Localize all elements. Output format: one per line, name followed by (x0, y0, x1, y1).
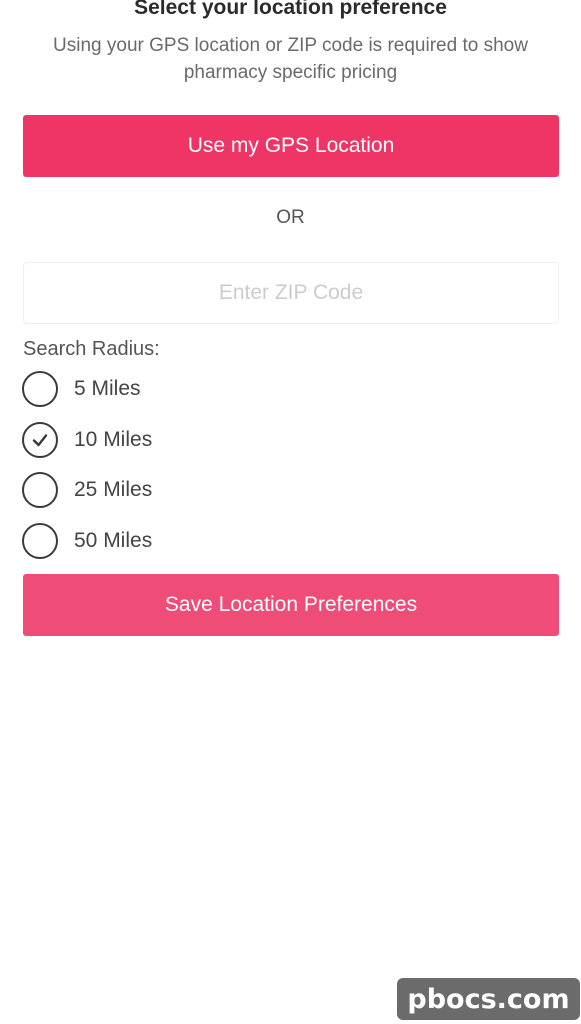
radio-checked-icon (22, 422, 58, 458)
use-gps-location-button[interactable]: Use my GPS Location (23, 115, 559, 177)
checkmark-icon (32, 434, 48, 447)
radius-option-50-miles[interactable]: 50 Miles (22, 521, 152, 561)
radio-unchecked-icon (22, 371, 58, 407)
radius-option-label: 10 Miles (74, 428, 153, 451)
radio-unchecked-icon (22, 523, 58, 559)
zip-code-input[interactable] (23, 262, 559, 324)
radius-option-label: 50 Miles (74, 529, 153, 552)
or-divider: OR (276, 207, 305, 228)
page-title: Select your location preference (134, 0, 447, 19)
radius-option-label: 5 Miles (74, 377, 141, 400)
radius-option-5-miles[interactable]: 5 Miles (22, 369, 141, 409)
location-preference-screen: Select your location preference Using yo… (0, 0, 581, 1024)
radius-option-25-miles[interactable]: 25 Miles (22, 470, 152, 510)
page-subtitle: Using your GPS location or ZIP code is r… (53, 35, 528, 83)
search-radius-label: Search Radius: (23, 338, 160, 360)
save-location-preferences-button[interactable]: Save Location Preferences (23, 574, 559, 636)
radio-unchecked-icon (22, 472, 58, 508)
watermark: pbocs.com (397, 978, 580, 1020)
radius-option-10-miles[interactable]: 10 Miles (22, 420, 152, 460)
radius-option-label: 25 Miles (74, 478, 153, 501)
